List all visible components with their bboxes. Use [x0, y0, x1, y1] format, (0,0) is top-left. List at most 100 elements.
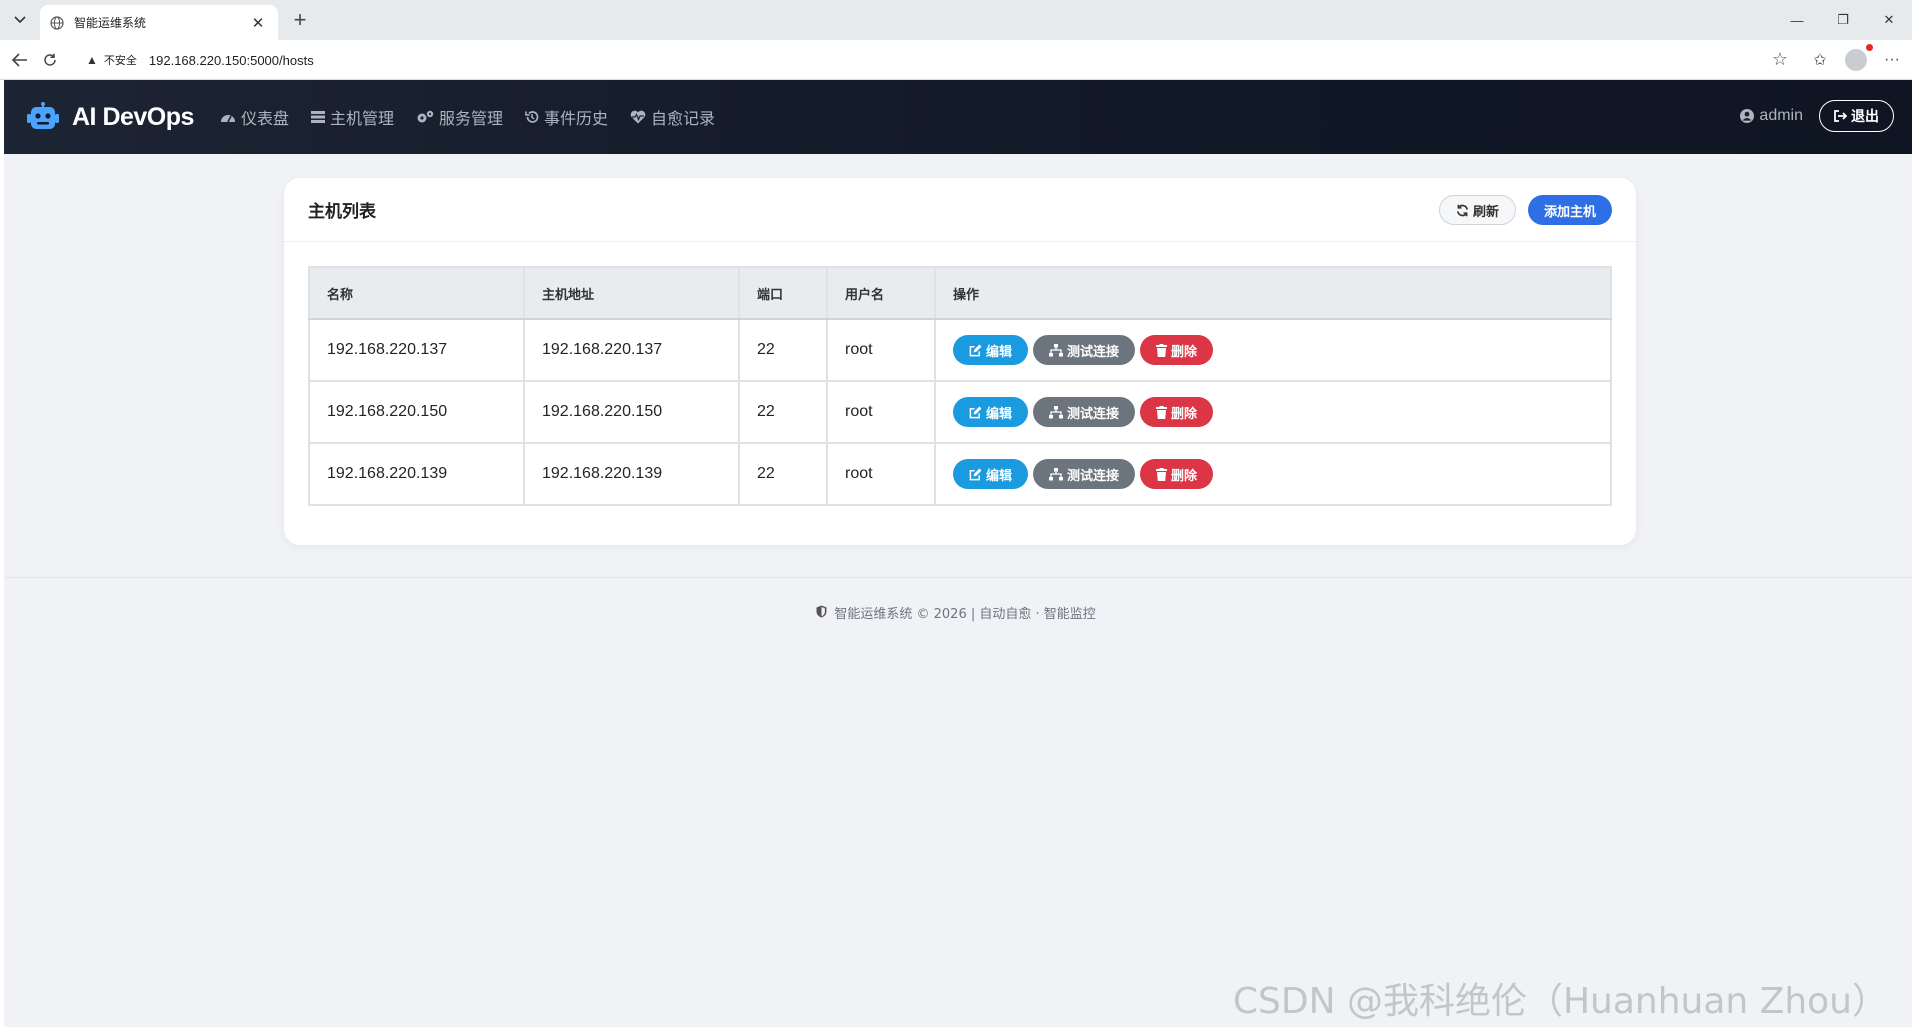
user-circle-icon — [1740, 109, 1755, 123]
test-connection-label: 测试连接 — [1067, 406, 1120, 422]
browser-tabstrip: 智能运维系统 ✕ + — ❐ ✕ — [0, 0, 1912, 40]
sign-out-icon — [1834, 110, 1847, 122]
refresh-label: 刷新 — [1472, 204, 1499, 220]
notification-dot — [1866, 44, 1873, 51]
cell-name: 192.168.220.139 — [308, 442, 525, 506]
table-header-row: 名称 主机地址 端口 用户名 操作 — [308, 266, 1612, 320]
cell-actions: 编辑 测试连接 删除 — [934, 318, 1612, 382]
favorites-icon[interactable]: ✩ — [1806, 46, 1834, 74]
delete-label: 删除 — [1171, 344, 1198, 360]
window-controls: — ❐ ✕ — [1774, 0, 1912, 40]
brand[interactable]: AI DevOps — [26, 102, 194, 132]
url-text[interactable]: 192.168.220.150:5000/hosts — [149, 53, 314, 68]
edit-button[interactable]: 编辑 — [953, 335, 1029, 365]
test-connection-button[interactable]: 测试连接 — [1033, 335, 1136, 365]
reload-icon — [44, 53, 56, 66]
star-icon[interactable]: ☆ — [1772, 49, 1788, 70]
cell-username: root — [826, 318, 936, 382]
watermark: CSDN @我科绝伦（Huanhuan Zhou） — [1232, 981, 1888, 1022]
tab-search-button[interactable] — [6, 6, 34, 34]
user-info[interactable]: admin — [1740, 107, 1803, 125]
more-menu-icon[interactable]: ··· — [1878, 46, 1906, 74]
footer-divider — [4, 577, 1912, 578]
cell-actions: 编辑 测试连接 删除 — [934, 442, 1612, 506]
sitemap-icon — [1049, 467, 1064, 480]
nav-hosts[interactable]: 主机管理 — [310, 105, 394, 129]
toolbar-right: ✩ ··· — [1806, 44, 1906, 74]
nav-events[interactable]: 事件历史 — [525, 105, 608, 129]
refresh-button[interactable]: 刷新 — [1438, 195, 1516, 225]
restore-icon[interactable]: ❐ — [1820, 0, 1866, 40]
sitemap-icon — [1049, 343, 1064, 356]
delete-button[interactable]: 删除 — [1140, 335, 1214, 365]
new-tab-button[interactable]: + — [288, 7, 312, 32]
edit-icon — [969, 406, 982, 418]
card-title: 主机列表 — [308, 202, 376, 222]
cell-port: 22 — [738, 380, 828, 444]
table-row: 192.168.220.137 192.168.220.137 22 root … — [308, 318, 1612, 382]
main-nav: 仪表盘 主机管理 服务管理 事件历史 自愈记录 — [220, 105, 715, 129]
delete-label: 删除 — [1171, 468, 1198, 484]
cell-port: 22 — [738, 318, 828, 382]
column-header-username: 用户名 — [826, 266, 936, 320]
test-connection-button[interactable]: 测试连接 — [1033, 459, 1136, 489]
browser-tab[interactable]: 智能运维系统 ✕ — [40, 5, 278, 40]
profile-button[interactable] — [1842, 44, 1873, 74]
cell-username: root — [826, 380, 936, 444]
delete-button[interactable]: 删除 — [1140, 397, 1214, 427]
insecure-label[interactable]: 不安全 — [104, 52, 137, 68]
column-header-port: 端口 — [738, 266, 828, 320]
logout-button[interactable]: 退出 — [1819, 100, 1894, 132]
add-host-button[interactable]: 添加主机 — [1527, 195, 1612, 225]
arrow-left-icon — [12, 53, 27, 67]
cell-address: 192.168.220.139 — [523, 442, 740, 506]
cogs-icon — [417, 110, 434, 123]
brand-name: AI DevOps — [72, 102, 194, 131]
cell-username: root — [826, 442, 936, 506]
refresh-icon — [1456, 204, 1468, 216]
edit-label: 编辑 — [986, 468, 1013, 484]
back-button[interactable] — [8, 48, 32, 72]
minimize-icon[interactable]: — — [1774, 0, 1820, 40]
url-omnibox[interactable]: ▲ 不安全 192.168.220.150:5000/hosts ☆ — [76, 45, 1796, 75]
nav-heal-records[interactable]: 自愈记录 — [630, 105, 715, 129]
logout-label: 退出 — [1851, 109, 1879, 125]
cell-port: 22 — [738, 442, 828, 506]
cell-name: 192.168.220.137 — [308, 318, 525, 382]
close-window-icon[interactable]: ✕ — [1866, 0, 1912, 40]
edit-label: 编辑 — [986, 344, 1013, 360]
header-actions: 刷新 添加主机 — [1438, 195, 1612, 225]
footer: 智能运维系统 © 2026 | 自动自愈 · 智能监控 — [0, 603, 1912, 622]
nav-label: 自愈记录 — [651, 109, 716, 128]
cell-actions: 编辑 测试连接 删除 — [934, 380, 1612, 444]
tab-close-icon[interactable]: ✕ — [248, 13, 268, 33]
nav-label: 服务管理 — [438, 109, 503, 128]
test-connection-label: 测试连接 — [1067, 468, 1120, 484]
table-row: 192.168.220.139 192.168.220.139 22 root … — [308, 442, 1612, 506]
heartbeat-icon — [630, 110, 646, 124]
trash-icon — [1156, 405, 1168, 419]
test-connection-button[interactable]: 测试连接 — [1033, 397, 1136, 427]
nav-dashboard[interactable]: 仪表盘 — [220, 105, 289, 129]
shield-icon — [816, 605, 827, 618]
cell-address: 192.168.220.137 — [523, 318, 740, 382]
delete-button[interactable]: 删除 — [1140, 459, 1214, 489]
delete-label: 删除 — [1171, 406, 1198, 422]
edit-icon — [969, 344, 982, 356]
trash-icon — [1156, 467, 1168, 481]
trash-icon — [1156, 343, 1168, 357]
footer-text: 智能运维系统 © 2026 | 自动自愈 · 智能监控 — [834, 607, 1096, 622]
test-connection-label: 测试连接 — [1067, 344, 1120, 360]
nav-services[interactable]: 服务管理 — [416, 105, 503, 129]
gauge-icon — [220, 115, 235, 123]
nav-label: 仪表盘 — [240, 109, 289, 128]
globe-icon — [50, 15, 64, 30]
edit-button[interactable]: 编辑 — [953, 459, 1029, 489]
column-header-address: 主机地址 — [523, 266, 740, 320]
edit-icon — [969, 468, 982, 480]
window-edge — [0, 80, 4, 1027]
warning-icon[interactable]: ▲ — [86, 53, 98, 67]
app-navbar: AI DevOps 仪表盘 主机管理 服务管理 事件历史 自愈记录 admin — [4, 80, 1912, 154]
reload-button[interactable] — [38, 48, 62, 72]
edit-button[interactable]: 编辑 — [953, 397, 1029, 427]
